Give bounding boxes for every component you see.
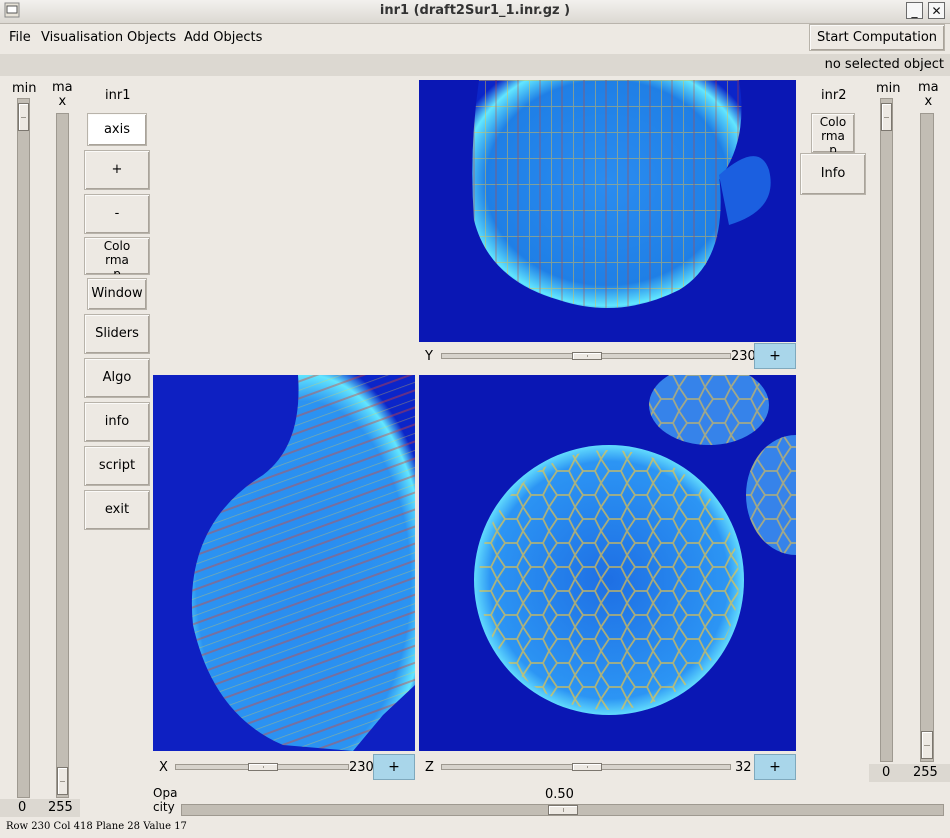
right-max-value: 255 <box>913 765 938 780</box>
right-min-value: 0 <box>882 765 891 780</box>
menu-add-objects[interactable]: Add Objects <box>184 30 262 45</box>
left-min-value: 0 <box>18 800 27 815</box>
left-panel-title: inr1 <box>105 88 131 103</box>
left-min-label: min <box>12 81 37 96</box>
z-plane-slider-thumb[interactable] <box>572 763 602 771</box>
y-view-tissue <box>419 80 796 342</box>
sliders-button[interactable]: Sliders <box>84 314 150 354</box>
y-plane-value: 230 <box>731 349 756 364</box>
opacity-value: 0.50 <box>545 787 574 802</box>
menu-visualisation[interactable]: Visualisation <box>41 30 123 45</box>
x-axis-label: X <box>159 760 168 775</box>
menu-objects[interactable]: Objects <box>127 30 176 45</box>
opacity-slider[interactable] <box>181 804 944 816</box>
title-bar: inr1 (draft2Sur1_1.inr.gz ) _ ✕ <box>0 0 950 24</box>
right-panel-title: inr2 <box>821 88 847 103</box>
y-plane-slider[interactable] <box>441 352 731 360</box>
zoom-out-button[interactable]: - <box>84 194 150 234</box>
zoom-in-button[interactable]: + <box>84 150 150 190</box>
x-plane-value: 230 <box>349 760 374 775</box>
status-text: Row 230 Col 418 Plane 28 Value 17 <box>6 821 187 832</box>
x-view-controls: X 230 + <box>153 754 415 781</box>
selection-status: no selected object <box>824 57 944 72</box>
x-plane-slider-thumb[interactable] <box>248 763 278 771</box>
z-view-zoom-button[interactable]: + <box>754 754 796 780</box>
y-view-controls: Y 230 + <box>419 343 796 370</box>
y-plane-slider-thumb[interactable] <box>572 352 602 360</box>
right-min-slider[interactable] <box>880 98 893 762</box>
y-axis-label: Y <box>425 349 433 364</box>
right-min-slider-thumb[interactable] <box>881 103 892 131</box>
close-button[interactable]: ✕ <box>928 2 945 19</box>
exit-button[interactable]: exit <box>84 490 150 530</box>
axis-button[interactable]: axis <box>87 113 147 146</box>
right-slider-values: 0 255 <box>869 764 950 782</box>
selection-status-strip: no selected object <box>0 54 950 76</box>
info-button[interactable]: info <box>84 402 150 442</box>
window-title: inr1 (draft2Sur1_1.inr.gz ) <box>379 3 571 18</box>
x-view-image[interactable] <box>153 375 415 751</box>
x-view-tissue <box>153 375 415 751</box>
z-view-image[interactable] <box>419 375 796 751</box>
z-plane-value: 32 <box>735 760 752 775</box>
right-max-label: ma x <box>918 80 939 109</box>
z-view-controls: Z 32 + <box>419 754 796 781</box>
right-min-label: min <box>876 81 901 96</box>
opacity-slider-thumb[interactable] <box>548 805 578 815</box>
right-colormap-button[interactable]: Colo rma p <box>811 113 855 153</box>
x-view-zoom-button[interactable]: + <box>373 754 415 780</box>
script-button[interactable]: script <box>84 446 150 486</box>
y-view-zoom-button[interactable]: + <box>754 343 796 369</box>
start-computation-button[interactable]: Start Computation <box>809 24 945 51</box>
menu-bar: File Visualisation Objects Add Objects <box>0 24 950 52</box>
window-button[interactable]: Window <box>87 278 147 310</box>
status-bar: Row 230 Col 418 Plane 28 Value 17 <box>0 817 950 838</box>
right-max-slider[interactable] <box>920 113 934 762</box>
left-slider-values: 0 255 <box>0 799 80 817</box>
x-plane-slider[interactable] <box>175 763 349 771</box>
left-min-slider[interactable] <box>17 98 30 798</box>
algo-button[interactable]: Algo <box>84 358 150 398</box>
opacity-label: Opa city <box>153 786 178 814</box>
right-max-slider-thumb[interactable] <box>921 731 933 759</box>
left-max-label: ma x <box>52 80 73 109</box>
z-view-tissue <box>419 375 796 751</box>
minimize-button[interactable]: _ <box>906 2 923 19</box>
left-max-slider[interactable] <box>56 113 69 798</box>
menu-file[interactable]: File <box>9 30 31 45</box>
y-view-image[interactable] <box>419 80 796 342</box>
right-info-button[interactable]: Info <box>800 153 866 195</box>
left-min-slider-thumb[interactable] <box>18 103 29 131</box>
left-colormap-button[interactable]: Colo rma p <box>84 237 150 275</box>
left-max-value: 255 <box>48 800 73 815</box>
z-axis-label: Z <box>425 760 434 775</box>
z-plane-slider[interactable] <box>441 763 731 771</box>
left-max-slider-thumb[interactable] <box>57 767 68 795</box>
